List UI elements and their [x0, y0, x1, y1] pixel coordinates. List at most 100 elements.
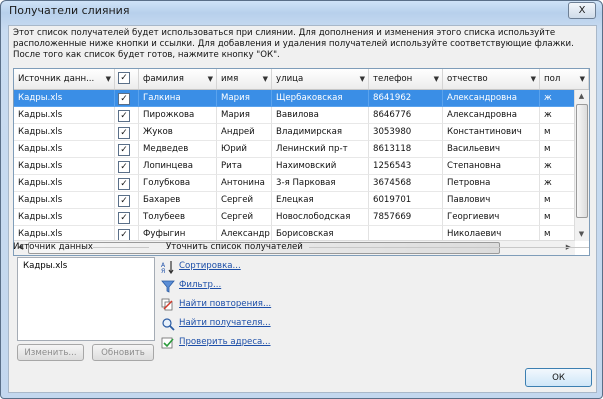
scroll-down-icon[interactable]: ▼ [575, 228, 588, 241]
include-checkbox[interactable]: ✓ [118, 212, 130, 224]
ok-button[interactable]: ОК [525, 368, 592, 387]
description-text: Этот список получателей будет использова… [13, 28, 574, 60]
cell-surname: Бахарев [139, 192, 217, 209]
dropdown-arrow-icon[interactable]: ▼ [106, 69, 111, 89]
table-row[interactable]: Кадры.xls ✓ Бахарев Сергей Елецкая 6019701 Пав… [14, 192, 575, 209]
column-header-surname[interactable]: фамилия ▼ [139, 69, 217, 89]
cell-phone: 1256543 [369, 158, 443, 175]
dropdown-arrow-icon[interactable]: ▼ [208, 69, 213, 89]
cell-street: Ленинский пр-т [272, 141, 369, 158]
dropdown-arrow-icon[interactable]: ▼ [580, 69, 585, 89]
cell-surname: Галкина [139, 90, 217, 107]
include-checkbox[interactable]: ✓ [118, 93, 130, 105]
refine-list-heading: Уточнить список получателей [166, 242, 303, 252]
close-button[interactable]: X [568, 2, 596, 19]
include-checkbox-cell: ✓ [115, 192, 139, 209]
include-checkbox[interactable]: ✓ [118, 178, 130, 190]
cell-sex: ж [540, 158, 575, 175]
cell-surname: Пирожкова [139, 107, 217, 124]
cell-source: Кадры.xls [14, 141, 115, 158]
find-duplicates-icon [161, 298, 173, 311]
table-row[interactable]: Кадры.xls ✓ Лопинцева Рита Нахимовский 125654… [14, 158, 575, 175]
cell-name: Рита [217, 158, 272, 175]
recipients-table: Источник данн... ▼ ✓ фамилия ▼ имя ▼ улица ▼… [13, 68, 590, 256]
cell-surname: Толубеев [139, 209, 217, 226]
include-checkbox-cell: ✓ [115, 158, 139, 175]
include-checkbox[interactable]: ✓ [118, 195, 130, 207]
cell-patronymic: Константинович [443, 124, 540, 141]
cell-street: Елецкая [272, 192, 369, 209]
cell-sex: м [540, 124, 575, 141]
cell-source: Кадры.xls [14, 192, 115, 209]
dropdown-arrow-icon[interactable]: ▼ [434, 69, 439, 89]
cell-phone: 3053980 [369, 124, 443, 141]
column-header-phone[interactable]: телефон ▼ [369, 69, 443, 89]
table-row[interactable]: Кадры.xls ✓ Жуков Андрей Владимирская 3053980… [14, 124, 575, 141]
column-header-street[interactable]: улица ▼ [272, 69, 369, 89]
dropdown-arrow-icon[interactable]: ▼ [263, 69, 268, 89]
cell-source: Кадры.xls [14, 107, 115, 124]
cell-patronymic: Павлович [443, 192, 540, 209]
include-checkbox-cell: ✓ [115, 141, 139, 158]
mail-merge-recipients-dialog: Получатели слияния X Этот список получат… [0, 0, 603, 399]
cell-street: Нахимовский [272, 158, 369, 175]
include-checkbox[interactable]: ✓ [118, 110, 130, 122]
cell-surname: Голубкова [139, 175, 217, 192]
column-header-sex[interactable]: пол ▼ [540, 69, 589, 89]
data-source-item[interactable]: Кадры.xls [18, 258, 154, 274]
cell-sex: м [540, 192, 575, 209]
cell-street: Щербаковская [272, 90, 369, 107]
cell-sex: м [540, 141, 575, 158]
select-all-checkbox[interactable]: ✓ [118, 72, 130, 84]
table-row[interactable]: Кадры.xls ✓ Галкина Мария Щербаковская 864196… [14, 90, 575, 107]
cell-phone: 8646776 [369, 107, 443, 124]
table-header: Источник данн... ▼ ✓ фамилия ▼ имя ▼ улица ▼… [14, 69, 589, 90]
cell-surname: Лопинцева [139, 158, 217, 175]
table-row[interactable]: Кадры.xls ✓ Медведев Юрий Ленинский пр-т 8613… [14, 141, 575, 158]
cell-patronymic: Степановна [443, 158, 540, 175]
column-header-source[interactable]: Источник данн... ▼ [14, 69, 115, 89]
refresh-source-button[interactable]: Обновить [92, 344, 154, 361]
column-header-patronymic[interactable]: отчество ▼ [443, 69, 540, 89]
cell-name: Андрей [217, 124, 272, 141]
column-header-checkbox[interactable]: ✓ [115, 69, 139, 89]
dropdown-arrow-icon[interactable]: ▼ [360, 69, 365, 89]
table-row[interactable]: Кадры.xls ✓ Толубеев Сергей Новослободская 78… [14, 209, 575, 226]
cell-source: Кадры.xls [14, 90, 115, 107]
find-recipient-link[interactable]: Найти получателя... [179, 318, 271, 328]
include-checkbox-cell: ✓ [115, 124, 139, 141]
cell-street: 3-я Парковая [272, 175, 369, 192]
table-row[interactable]: Кадры.xls ✓ Пирожкова Мария Вавилова 8646776 А… [14, 107, 575, 124]
validate-addresses-link[interactable]: Проверить адреса... [179, 337, 271, 347]
column-header-name[interactable]: имя ▼ [217, 69, 272, 89]
include-checkbox[interactable]: ✓ [118, 144, 130, 156]
include-checkbox-cell: ✓ [115, 209, 139, 226]
divider [93, 247, 149, 248]
dialog-body: Этот список получателей будет использова… [8, 25, 597, 393]
cell-name: Антонина [217, 175, 272, 192]
vertical-scrollbar[interactable]: ▲ ▼ [574, 90, 589, 241]
cell-street: Новослободская [272, 209, 369, 226]
include-checkbox-cell: ✓ [115, 90, 139, 107]
include-checkbox[interactable]: ✓ [118, 127, 130, 139]
dropdown-arrow-icon[interactable]: ▼ [531, 69, 536, 89]
cell-name: Мария [217, 90, 272, 107]
sort-icon: A Я [161, 261, 174, 274]
filter-link[interactable]: Фильтр... [179, 280, 221, 290]
edit-source-button[interactable]: Изменить... [17, 344, 84, 361]
include-checkbox[interactable]: ✓ [118, 161, 130, 173]
scroll-up-icon[interactable]: ▲ [575, 90, 588, 103]
table-row[interactable]: Кадры.xls ✓ Голубкова Антонина 3-я Парковая 3… [14, 175, 575, 192]
cell-name: Сергей [217, 192, 272, 209]
vertical-scroll-thumb[interactable] [576, 104, 588, 218]
cell-source: Кадры.xls [14, 124, 115, 141]
data-source-list[interactable]: Кадры.xls [17, 257, 155, 341]
find-duplicates-link[interactable]: Найти повторения... [179, 299, 271, 309]
cell-surname: Медведев [139, 141, 217, 158]
cell-street: Вавилова [272, 107, 369, 124]
sort-link[interactable]: Сортировка... [179, 261, 241, 271]
cell-patronymic: Георгиевич [443, 209, 540, 226]
cell-source: Кадры.xls [14, 158, 115, 175]
cell-sex: ж [540, 90, 575, 107]
cell-patronymic: Васильевич [443, 141, 540, 158]
